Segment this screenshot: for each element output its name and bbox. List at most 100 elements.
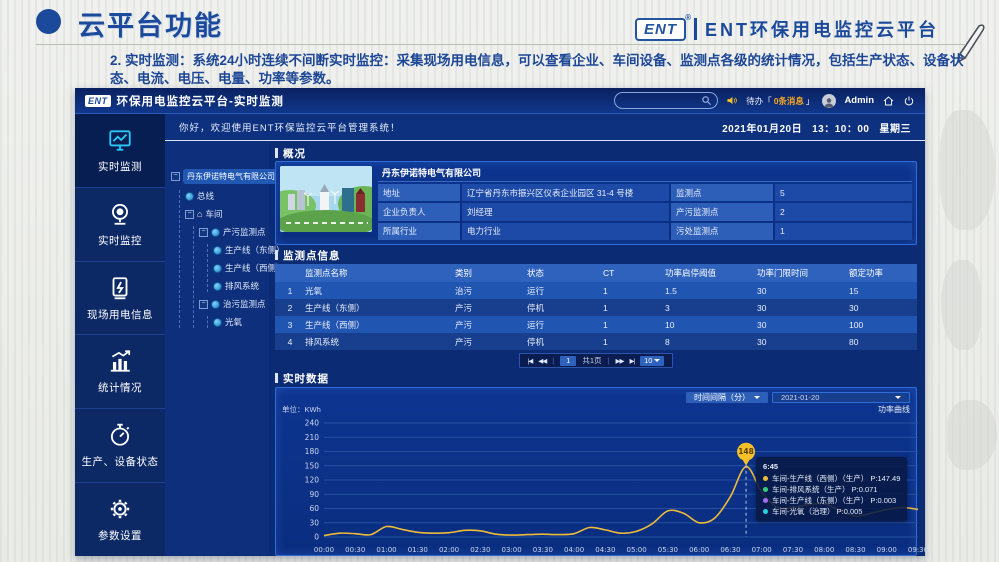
chart-tooltip: 6:45车间-生产线（西侧）（生产） P:147.49车间-排风系统（生产） P… bbox=[756, 457, 907, 521]
prev-page-button[interactable]: ◀◀ bbox=[538, 357, 546, 365]
power-curve-chart: 030609012015018021024000:0000:3001:0001:… bbox=[282, 415, 910, 560]
svg-text:06:00: 06:00 bbox=[689, 546, 709, 554]
tree-node-line-east[interactable]: 生产线（东侧） bbox=[213, 244, 267, 256]
tree-node-exhaust[interactable]: 排风系统 bbox=[213, 280, 267, 292]
table-row[interactable]: 4排风系统产污停机183080 bbox=[275, 333, 917, 350]
gear-icon bbox=[107, 496, 133, 522]
stat-value: 2 bbox=[775, 203, 912, 220]
collapse-icon[interactable]: − bbox=[171, 172, 180, 181]
date-text: 2021年01月20日 bbox=[722, 120, 802, 135]
collapse-icon[interactable]: − bbox=[199, 300, 208, 309]
status-value: 运行 bbox=[527, 319, 603, 331]
org-tree: − 丹东伊诺特电气有限公司 总线 −⌂车间 −产污监测点 生产线（东侧） 生产线… bbox=[165, 141, 269, 556]
todo-count: 0条消息 bbox=[774, 95, 804, 107]
avatar[interactable] bbox=[822, 94, 836, 108]
svg-text:01:00: 01:00 bbox=[376, 546, 396, 554]
svg-text:09:00: 09:00 bbox=[877, 546, 897, 554]
svg-text:00:30: 00:30 bbox=[345, 546, 365, 554]
tree-node-workshop[interactable]: −⌂车间 bbox=[185, 208, 267, 220]
chevron-down-icon bbox=[895, 396, 901, 399]
map-texture bbox=[947, 400, 997, 470]
next-page-button[interactable]: ▶▶ bbox=[615, 357, 623, 365]
sidebar-item-parameter-settings[interactable]: 参数设置 bbox=[75, 483, 165, 556]
current-page[interactable]: 1 bbox=[560, 356, 576, 366]
webcam-icon bbox=[107, 201, 133, 227]
speaker-icon[interactable] bbox=[726, 95, 738, 106]
search-input[interactable] bbox=[620, 95, 701, 106]
overview-row: 企业负责人 刘经理 产污监测点 2 bbox=[378, 203, 912, 220]
svg-text:01:30: 01:30 bbox=[408, 546, 428, 554]
col-header: 监测点名称 bbox=[305, 267, 455, 279]
field-value: 刘经理 bbox=[462, 203, 669, 220]
sidebar-item-statistics[interactable]: 统计情况 bbox=[75, 335, 165, 409]
table-row[interactable]: 3生产线（西侧）产污运行11030100 bbox=[275, 316, 917, 333]
monitor-chart-icon bbox=[107, 127, 133, 153]
page: { "header": { "title": "云平台功能", "brand_l… bbox=[0, 0, 999, 562]
tree-node-treat-group[interactable]: −治污监测点 bbox=[199, 298, 267, 310]
svg-text:180: 180 bbox=[305, 447, 320, 456]
series-dot-icon bbox=[763, 509, 768, 514]
interval-select[interactable]: 时间间隔（分） bbox=[686, 392, 768, 403]
date-select[interactable]: 2021-01-20 bbox=[772, 392, 910, 403]
svg-text:09:30: 09:30 bbox=[908, 546, 928, 554]
power-icon[interactable] bbox=[903, 95, 915, 107]
pagination: |◀ ◀◀ | 1 共1页 | ▶▶ ▶| 10 bbox=[275, 353, 917, 368]
collapse-icon[interactable]: − bbox=[185, 210, 194, 219]
bar-chart-icon bbox=[107, 348, 133, 374]
window-logo: ENT bbox=[85, 95, 111, 107]
pager-divider: | bbox=[552, 356, 554, 365]
search-box[interactable] bbox=[614, 92, 718, 109]
tree-node-prod-group[interactable]: −产污监测点 bbox=[199, 226, 267, 238]
table-row[interactable]: 1光氧治污运行11.53015 bbox=[275, 282, 917, 299]
first-page-button[interactable]: |◀ bbox=[528, 357, 533, 365]
node-bullet-icon bbox=[211, 300, 220, 309]
sidebar-item-live-video[interactable]: 实时监控 bbox=[75, 188, 165, 262]
svg-text:240: 240 bbox=[305, 419, 320, 428]
sidebar-item-realtime-monitor[interactable]: 实时监测 bbox=[75, 114, 165, 188]
page-title: 云平台功能 bbox=[78, 4, 223, 43]
tree-node-line-west[interactable]: 生产线（西侧） bbox=[213, 262, 267, 274]
svg-text:120: 120 bbox=[305, 476, 320, 485]
last-page-button[interactable]: ▶| bbox=[629, 357, 634, 365]
brand: ENT® ENT环保用电监控云平台 bbox=[635, 16, 939, 42]
sidebar-item-site-power-info[interactable]: 现场用电信息 bbox=[75, 262, 165, 336]
page-size-select[interactable]: 10 bbox=[640, 356, 664, 366]
tree-node-bus[interactable]: 总线 bbox=[185, 190, 267, 202]
tree-node-photo-oxygen[interactable]: 光氧 bbox=[213, 316, 267, 328]
col-header: 类别 bbox=[455, 267, 527, 279]
table-header-row: 监测点名称 类别 状态 CT 功率启停阈值 功率门限时间 额定功率 bbox=[275, 264, 917, 282]
field-value: 电力行业 bbox=[462, 223, 669, 240]
brand-divider bbox=[694, 18, 697, 40]
greeting-bar: 你好，欢迎使用ENT环保监控云平台管理系统！ 2021年01月20日 13：10… bbox=[165, 114, 925, 141]
sidebar-item-label: 生产、设备状态 bbox=[82, 454, 159, 469]
sidebar-item-equipment-status[interactable]: 生产、设备状态 bbox=[75, 409, 165, 483]
map-texture bbox=[940, 110, 995, 230]
tree-root[interactable]: − 丹东伊诺特电气有限公司 bbox=[171, 169, 267, 184]
collapse-icon[interactable]: − bbox=[199, 228, 208, 237]
todo-indicator[interactable]: 待办「 0条消息 」 bbox=[746, 95, 814, 107]
svg-text:08:30: 08:30 bbox=[845, 546, 865, 554]
col-header: 状态 bbox=[527, 267, 603, 279]
field-label: 所属行业 bbox=[378, 223, 460, 240]
bullet-dot bbox=[36, 9, 61, 34]
section-accent bbox=[275, 250, 278, 260]
username[interactable]: Admin bbox=[844, 95, 874, 106]
search-icon[interactable] bbox=[701, 95, 712, 106]
stat-value: 5 bbox=[775, 184, 912, 201]
svg-text:04:00: 04:00 bbox=[564, 546, 584, 554]
table-row[interactable]: 2生产线（东侧）产污停机133030 bbox=[275, 299, 917, 316]
brand-name: ENT环保用电监控云平台 bbox=[705, 16, 939, 42]
realtime-panel: 时间间隔（分） 2021-01-20 单位：KWh 功率曲线 030609012… bbox=[275, 387, 917, 556]
svg-text:05:30: 05:30 bbox=[658, 546, 678, 554]
window-title: 环保用电监控云平台-实时监测 bbox=[117, 93, 284, 109]
svg-text:60: 60 bbox=[309, 504, 319, 513]
col-header: 功率启停阈值 bbox=[665, 267, 757, 279]
stat-label: 污处监测点 bbox=[671, 223, 773, 240]
weekday-text: 星期三 bbox=[880, 120, 912, 135]
points-table: 监测点名称 类别 状态 CT 功率启停阈值 功率门限时间 额定功率 1光氧治污运… bbox=[275, 264, 917, 350]
svg-text:148: 148 bbox=[738, 447, 754, 456]
field-value: 辽宁省丹东市振兴区仪表企业园区 31-4 号楼 bbox=[462, 184, 669, 201]
col-header: CT bbox=[603, 268, 665, 278]
home-icon[interactable] bbox=[882, 95, 895, 107]
time-text: 13：10：00 bbox=[812, 120, 869, 135]
